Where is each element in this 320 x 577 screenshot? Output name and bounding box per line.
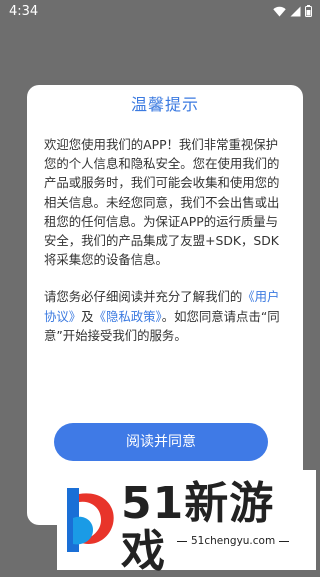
- url-left-dash: [177, 540, 187, 542]
- and-text: 及: [81, 308, 94, 324]
- status-bar: 4:34: [0, 0, 320, 24]
- notice-prefix: 请您务必仔细阅读并充分了解我们的: [44, 289, 243, 305]
- agree-button[interactable]: 阅读并同意: [54, 423, 268, 461]
- site-watermark: 51新游戏 51chengyu.com: [57, 470, 316, 576]
- dialog-title: 温馨提示: [130, 95, 199, 114]
- agreement-notice: 请您务必仔细阅读并充分了解我们的《用户协议》及《隐私政策》。如您同意请点击“同意…: [44, 287, 288, 345]
- signal-icon: [290, 6, 301, 16]
- dialog-content: 欢迎您使用我们的APP！我们非常重视保护您的个人信息和隐私安全。您在使用我们的产…: [44, 135, 288, 345]
- privacy-dialog: 温馨提示 欢迎您使用我们的APP！我们非常重视保护您的个人信息和隐私安全。您在使…: [27, 85, 303, 525]
- privacy-policy-link[interactable]: 《隐私政策》: [94, 309, 162, 324]
- battery-icon: [305, 5, 312, 17]
- url-text: 51chengyu.com: [191, 535, 276, 547]
- brand-name: 51新游戏: [121, 478, 275, 577]
- privacy-intro-text: 欢迎您使用我们的APP！我们非常重视保护您的个人信息和隐私安全。您在使用我们的产…: [44, 137, 280, 268]
- status-time: 4:34: [9, 4, 39, 19]
- url-right-dash: [279, 540, 290, 542]
- wifi-icon: [273, 6, 286, 16]
- status-icons: [273, 5, 312, 17]
- brand-logo-icon: [67, 488, 114, 552]
- brand-url: 51chengyu.com: [177, 535, 290, 547]
